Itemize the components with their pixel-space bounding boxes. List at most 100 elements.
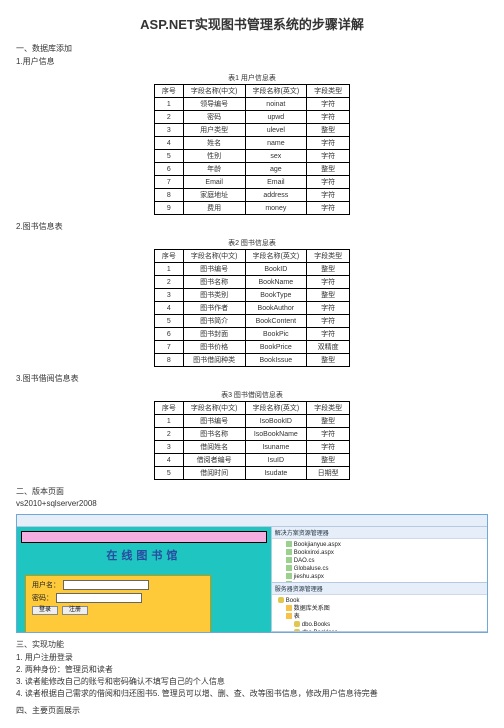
table-cell: 图书类别 bbox=[183, 289, 245, 302]
solution-explorer-header: 解决方案资源管理器 bbox=[272, 527, 487, 539]
table-row: 2图书名称IsoBookName字符 bbox=[154, 428, 349, 441]
table-cell: 7 bbox=[154, 176, 183, 189]
table-cell: 图书简介 bbox=[183, 315, 245, 328]
db-diag-node[interactable]: 数据库关系图 bbox=[278, 605, 485, 613]
file-icon bbox=[286, 565, 292, 571]
table-header-cell: 字段类型 bbox=[307, 250, 350, 263]
solution-item[interactable]: DAO.cs bbox=[278, 557, 485, 565]
table-row: 8家庭地址address字符 bbox=[154, 189, 349, 202]
table-cell: 字符 bbox=[307, 276, 350, 289]
table-cell: 整型 bbox=[307, 263, 350, 276]
table-cell: 性别 bbox=[183, 150, 245, 163]
version-info: vs2010+sqlserver2008 bbox=[16, 499, 488, 508]
table-cell: 图书借阅种类 bbox=[183, 354, 245, 367]
register-button[interactable]: 注册 bbox=[62, 606, 88, 615]
table-1-caption: 表1 用户信息表 bbox=[16, 73, 488, 83]
server-explorer-header: 服务器资源管理器 bbox=[272, 583, 487, 595]
table-cell: age bbox=[245, 163, 307, 176]
table-cell: 2 bbox=[154, 428, 183, 441]
table-cell: 字符 bbox=[307, 328, 350, 341]
table-row: 7EmailEmail字符 bbox=[154, 176, 349, 189]
page-title: ASP.NET实现图书管理系统的步骤详解 bbox=[16, 14, 488, 33]
table-cell: 3 bbox=[154, 124, 183, 137]
table-cell: 5 bbox=[154, 315, 183, 328]
table-1: 序号字段名称(中文)字段名称(英文)字段类型 1领导编号noinat字符2密码u… bbox=[154, 84, 350, 215]
table-cell: 图书编号 bbox=[183, 415, 245, 428]
folder-icon bbox=[294, 629, 300, 632]
login-form: 用户名： 密码： 登录 注册 bbox=[25, 575, 211, 632]
username-label: 用户名： bbox=[32, 580, 60, 590]
table-header-cell: 字段名称(英文) bbox=[245, 85, 307, 98]
table-cell: 1 bbox=[154, 263, 183, 276]
table-cell: Email bbox=[245, 176, 307, 189]
table-cell: 3 bbox=[154, 441, 183, 454]
table-row: 1图书编号IsoBookID整型 bbox=[154, 415, 349, 428]
table-cell: 领导编号 bbox=[183, 98, 245, 111]
table-cell: 字符 bbox=[307, 98, 350, 111]
table-cell: 用户类型 bbox=[183, 124, 245, 137]
table-cell: 5 bbox=[154, 467, 183, 480]
table-cell: 图书名称 bbox=[183, 428, 245, 441]
table-cell: 姓名 bbox=[183, 137, 245, 150]
table-cell: IsoBookName bbox=[245, 428, 307, 441]
table-header-cell: 字段名称(中文) bbox=[183, 402, 245, 415]
folder-icon bbox=[286, 613, 292, 619]
table-cell: BookIssue bbox=[245, 354, 307, 367]
folder-icon bbox=[286, 605, 292, 611]
table-cell: Isuname bbox=[245, 441, 307, 454]
table-cell: 1 bbox=[154, 415, 183, 428]
solution-explorer-tree[interactable]: Bookjianyue.aspxBookxinxi.aspxDAO.csGlob… bbox=[272, 539, 487, 583]
table-cell: money bbox=[245, 202, 307, 215]
table-row: 3用户类型ulevel整型 bbox=[154, 124, 349, 137]
table-cell: address bbox=[245, 189, 307, 202]
table-row: 4借阅者编号IsuID整型 bbox=[154, 454, 349, 467]
db-table-node[interactable]: dbo.Booklssc bbox=[278, 629, 485, 632]
table-cell: 2 bbox=[154, 276, 183, 289]
table-cell: BookType bbox=[245, 289, 307, 302]
table-row: 1领导编号noinat字符 bbox=[154, 98, 349, 111]
table-cell: 图书封面 bbox=[183, 328, 245, 341]
table-row: 1图书编号BookID整型 bbox=[154, 263, 349, 276]
table-header-cell: 字段类型 bbox=[307, 402, 350, 415]
table-cell: ulevel bbox=[245, 124, 307, 137]
table-cell: 字符 bbox=[307, 150, 350, 163]
solution-item[interactable]: Globaluse.cs bbox=[278, 565, 485, 573]
login-button[interactable]: 登录 bbox=[32, 606, 58, 615]
db-tables-node[interactable]: 表 bbox=[278, 613, 485, 621]
db-table-node[interactable]: dbo.Books bbox=[278, 621, 485, 629]
table-cell: 8 bbox=[154, 354, 183, 367]
table-3-caption: 表3 图书借阅信息表 bbox=[16, 390, 488, 400]
solution-item[interactable]: Bookjianyue.aspx bbox=[278, 541, 485, 549]
table-cell: 字符 bbox=[307, 111, 350, 124]
ide-screenshot: 在线图书馆 用户名： 密码： 登录 注册 bbox=[16, 514, 488, 633]
table-cell: IsoBookID bbox=[245, 415, 307, 428]
table-row: 6图书封面BookPic字符 bbox=[154, 328, 349, 341]
table-2-caption: 表2 图书信息表 bbox=[16, 238, 488, 248]
table-row: 8图书借阅种类BookIssue整型 bbox=[154, 354, 349, 367]
table-cell: 年龄 bbox=[183, 163, 245, 176]
table-cell: 日期型 bbox=[307, 467, 350, 480]
table-header-cell: 序号 bbox=[154, 402, 183, 415]
username-input[interactable] bbox=[63, 580, 149, 590]
table-cell: 2 bbox=[154, 111, 183, 124]
table-cell: 整型 bbox=[307, 289, 350, 302]
ide-toolbar bbox=[17, 515, 487, 527]
server-explorer-tree[interactable]: Book数据库关系图表dbo.Booksdbo.Booklsscdbo.ujlw… bbox=[272, 595, 487, 632]
table-cell: 借阅时间 bbox=[183, 467, 245, 480]
table-header-cell: 字段类型 bbox=[307, 85, 350, 98]
table-cell: 图书名称 bbox=[183, 276, 245, 289]
table-header-cell: 字段名称(中文) bbox=[183, 250, 245, 263]
solution-item[interactable]: jieshu.aspx bbox=[278, 573, 485, 581]
table-row: 5借阅时间Isudate日期型 bbox=[154, 467, 349, 480]
solution-item[interactable]: Bookxinxi.aspx bbox=[278, 549, 485, 557]
table-cell: IsuID bbox=[245, 454, 307, 467]
table-cell: BookContent bbox=[245, 315, 307, 328]
password-input[interactable] bbox=[56, 593, 142, 603]
table-cell: BookName bbox=[245, 276, 307, 289]
db-root-node[interactable]: Book bbox=[278, 597, 485, 605]
table-cell: Isudate bbox=[245, 467, 307, 480]
table-cell: Email bbox=[183, 176, 245, 189]
section-3-heading: 三、实现功能 bbox=[16, 639, 488, 650]
list-item: 1. 用户注册登录 bbox=[16, 652, 488, 663]
table-cell: noinat bbox=[245, 98, 307, 111]
